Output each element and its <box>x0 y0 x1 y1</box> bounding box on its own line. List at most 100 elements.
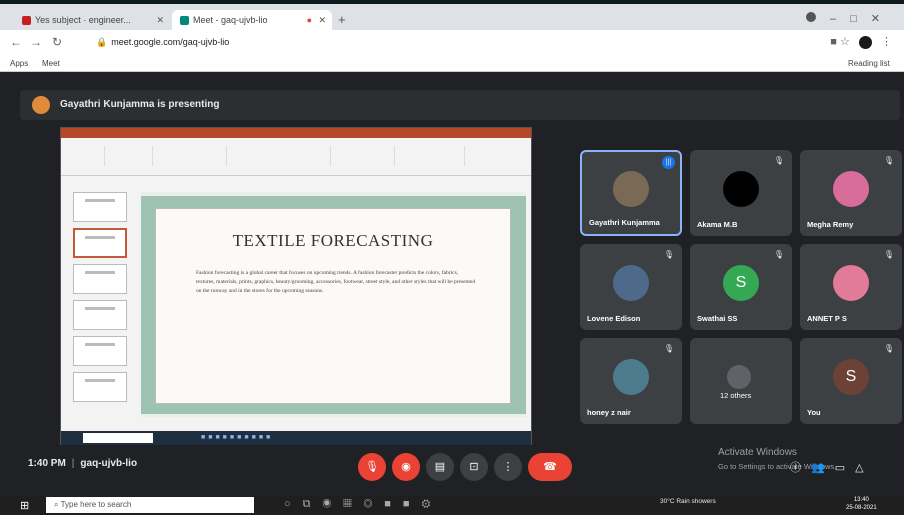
bookmark-star-icon[interactable]: ☆ <box>840 36 850 48</box>
window-controls[interactable]: –□✕ <box>830 12 894 25</box>
camera-toggle-button[interactable]: ◉ <box>392 453 420 481</box>
system-clock[interactable]: 13:40 25-08-2021 <box>846 496 877 512</box>
slide-thumbnail-selected[interactable] <box>73 228 127 258</box>
slide: TEXTILE FORECASTING Fashion forecasting … <box>141 196 526 414</box>
shared-taskbar-icons: ■■■■■■■■■■ <box>201 434 274 441</box>
search-icon: ⌕ <box>54 500 59 509</box>
participant-tile[interactable]: 🎙 Megha Remy <box>800 150 902 236</box>
avatar <box>727 365 751 389</box>
ribbon-group <box>157 146 227 166</box>
lock-icon: 🔒 <box>96 37 108 47</box>
participant-tile-self[interactable]: 🎙 S You <box>800 338 902 424</box>
avatar: S <box>723 265 759 301</box>
slide-title: TEXTILE FORECASTING <box>232 231 434 250</box>
search-placeholder: Type here to search <box>60 500 132 509</box>
avatar <box>613 359 649 395</box>
participant-tile[interactable]: 12 others <box>690 338 792 424</box>
participant-tile[interactable]: 🎙 honey z nair <box>580 338 682 424</box>
avatar: S <box>833 359 869 395</box>
address-bar: ← → ↻ 🔒 meet.google.com/gaq-ujvb-lio ■ ☆ … <box>0 30 904 56</box>
participant-tile[interactable]: 🎙 ANNET P S <box>800 244 902 330</box>
activities-icon[interactable]: △ <box>855 462 873 474</box>
slide-thumbnail[interactable] <box>73 300 127 330</box>
tab-title: Yes subject · engineer... <box>35 15 131 25</box>
address-actions: ■ ☆ ⋮ <box>830 35 892 49</box>
meeting-time: 1:40 PM <box>28 458 66 469</box>
end-call-button[interactable]: ☎ <box>528 453 572 481</box>
mic-off-icon: 🎙 <box>773 250 784 259</box>
participant-tile[interactable]: ||| Gayathri Kunjamma <box>580 150 682 236</box>
slide-canvas: TEXTILE FORECASTING Fashion forecasting … <box>141 192 526 417</box>
presenting-banner: Gayathri Kunjamma is presenting <box>20 90 900 120</box>
slide-thumbnail[interactable] <box>73 336 127 366</box>
more-options-button[interactable]: ⋮ <box>494 453 522 481</box>
url-field[interactable]: 🔒 meet.google.com/gaq-ujvb-lio <box>86 34 786 52</box>
avatar <box>723 171 759 207</box>
mic-off-icon: 🎙 <box>773 156 784 165</box>
mic-off-icon: 🎙 <box>883 344 894 353</box>
reload-icon[interactable]: ↻ <box>52 35 62 49</box>
meeting-info: 1:40 PM | gaq-ujvb-lio <box>28 458 137 469</box>
browser-tab-strip: Yes subject · engineer... ✕ Meet - gaq-u… <box>0 0 904 32</box>
menu-icon[interactable]: ⋮ <box>881 36 892 48</box>
avatar <box>833 171 869 207</box>
mic-off-icon: 🎙 <box>663 344 674 353</box>
ribbon-group <box>335 146 395 166</box>
meet-favicon-icon <box>180 16 189 26</box>
activate-title: Activate Windows <box>718 447 797 458</box>
camera-indicator-icon[interactable]: ■ <box>830 36 837 48</box>
shared-taskbar: ■■■■■■■■■■ <box>61 431 531 445</box>
avatar <box>613 265 649 301</box>
taskbar-app-icons[interactable]: ○⧉◉▦◎■■⚙ <box>284 498 442 511</box>
participant-name: Akama M.B <box>697 220 738 229</box>
participant-name: Megha Remy <box>807 220 854 229</box>
clock-date: 25-08-2021 <box>846 505 877 511</box>
tab-favicon-icon <box>22 16 31 26</box>
shared-screen[interactable]: TEXTILE FORECASTING Fashion forecasting … <box>60 127 532 445</box>
bookmark-meet[interactable]: Meet <box>42 59 60 68</box>
bookmark-apps[interactable]: Apps <box>10 59 28 68</box>
ribbon-group <box>65 146 105 166</box>
present-button[interactable]: ⊡ <box>460 453 488 481</box>
avatar <box>613 171 649 207</box>
participant-tile[interactable]: 🎙 Akama M.B <box>690 150 792 236</box>
new-tab-button[interactable]: + <box>338 12 346 27</box>
forward-icon[interactable]: → <box>30 35 42 49</box>
tab-search-icon[interactable] <box>806 12 816 22</box>
people-icon[interactable]: 👥 <box>811 462 835 474</box>
slide-thumbnail[interactable] <box>73 372 127 402</box>
powerpoint-titlebar <box>61 128 531 138</box>
ribbon-group <box>399 146 465 166</box>
windows-search-box[interactable]: ⌕ Type here to search <box>46 497 254 513</box>
avatar[interactable] <box>858 35 872 49</box>
info-icon[interactable]: ⓘ <box>790 462 811 474</box>
slide-content-box: TEXTILE FORECASTING Fashion forecasting … <box>155 208 511 404</box>
participant-name: ANNET P S <box>807 314 847 323</box>
chat-icon[interactable]: ▭ <box>835 462 855 474</box>
close-tab-icon[interactable]: ✕ <box>318 15 326 26</box>
reading-list[interactable]: Reading list <box>848 59 890 68</box>
mic-toggle-button[interactable]: 🎙 <box>358 453 386 481</box>
back-icon[interactable]: ← <box>10 35 22 49</box>
powerpoint-status <box>201 416 361 424</box>
avatar <box>833 265 869 301</box>
participant-tile[interactable]: 🎙 Lovene Edison <box>580 244 682 330</box>
windows-taskbar: ⊞ ⌕ Type here to search ○⧉◉▦◎■■⚙ 30°C Ra… <box>0 495 904 515</box>
windows-start-icon[interactable]: ⊞ <box>20 499 29 512</box>
close-tab-icon[interactable]: ✕ <box>156 15 164 26</box>
captions-button[interactable]: ▤ <box>426 453 454 481</box>
slide-body: Fashion forecasting is a global career t… <box>196 270 476 294</box>
others-count: 12 others <box>720 391 752 400</box>
ribbon-group <box>231 146 331 166</box>
slide-thumbnail[interactable] <box>73 264 127 294</box>
participant-tile[interactable]: 🎙 S Swathai SS <box>690 244 792 330</box>
browser-tab-active[interactable]: Meet - gaq-ujvb-lio ● ✕ <box>172 10 332 32</box>
system-tray-weather: 30°C Rain showers <box>660 498 716 505</box>
url-text: meet.google.com/gaq-ujvb-lio <box>111 37 230 47</box>
shared-search-box <box>83 433 153 443</box>
powerpoint-ribbon <box>61 138 531 176</box>
browser-tab[interactable]: Yes subject · engineer... ✕ <box>14 10 170 32</box>
participant-name: You <box>807 408 821 417</box>
mic-off-icon: 🎙 <box>883 250 894 259</box>
slide-thumbnail[interactable] <box>73 192 127 222</box>
